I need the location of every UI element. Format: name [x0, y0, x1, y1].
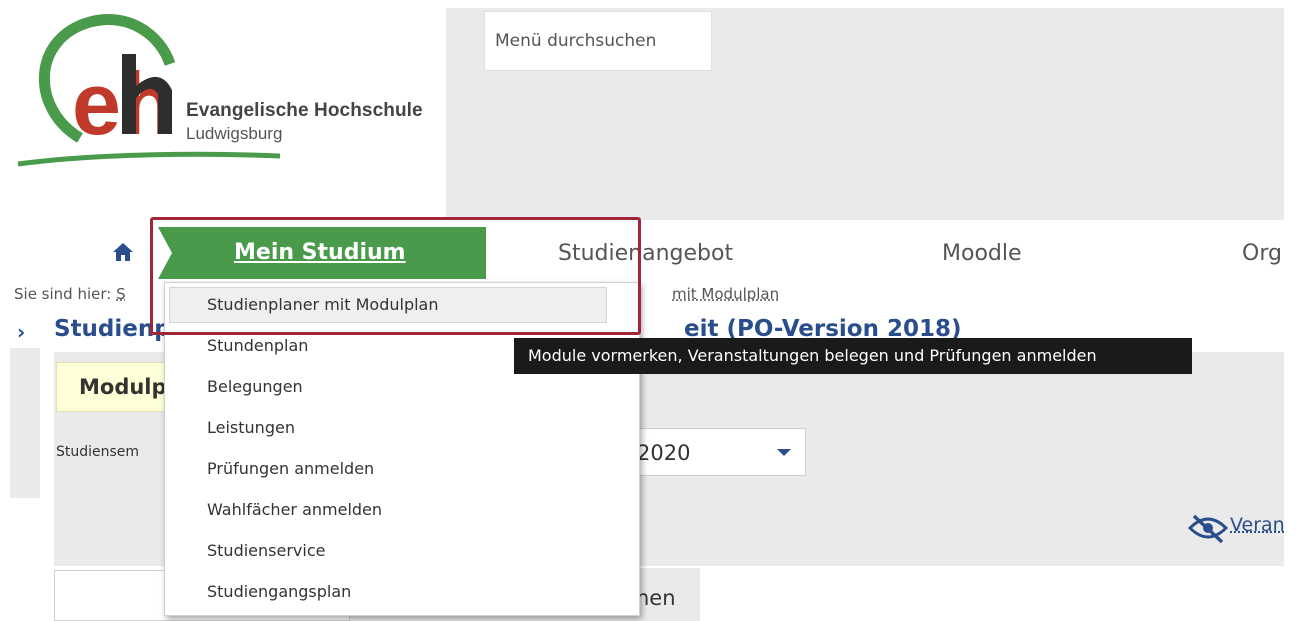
- semester-value: 2020: [637, 441, 691, 465]
- eh-logo-graphic: eh: [17, 14, 281, 167]
- menu-item-belegungen[interactable]: Belegungen: [207, 377, 303, 396]
- chevron-down-icon: [777, 449, 791, 456]
- eye-slash-icon[interactable]: [1188, 512, 1228, 544]
- menu-item-studiengangsplan[interactable]: Studiengangsplan: [207, 582, 351, 601]
- breadcrumb-link-current[interactable]: mit Modulplan: [672, 285, 779, 303]
- menu-search-label: Menü durchsuchen: [495, 31, 657, 51]
- chevron-right-icon[interactable]: ›: [17, 320, 25, 344]
- menu-item-wahlfaecher-anmelden[interactable]: Wahlfächer anmelden: [207, 500, 382, 519]
- home-icon[interactable]: [112, 242, 134, 262]
- breadcrumb-link-start[interactable]: S: [116, 285, 126, 303]
- nav-tab-moodle[interactable]: Moodle: [942, 241, 1022, 266]
- logo-city: Ludwigsburg: [186, 124, 283, 143]
- side-panel: [10, 348, 40, 498]
- menu-item-studienservice[interactable]: Studienservice: [207, 541, 325, 560]
- semester-select[interactable]: 2020: [620, 428, 806, 476]
- tooltip: Module vormerken, Veranstaltungen belege…: [514, 338, 1192, 374]
- nav-tab-org[interactable]: Org: [1242, 241, 1282, 266]
- breadcrumb-prefix: Sie sind hier:: [14, 285, 112, 303]
- semester-label: Studiensem: [56, 444, 140, 460]
- highlight-box: [150, 217, 641, 335]
- logo-name: Evangelische Hochschule: [186, 100, 423, 121]
- bottom-tab-label: hen: [636, 586, 676, 610]
- menu-search-input[interactable]: Menü durchsuchen: [484, 11, 712, 71]
- menu-item-stundenplan[interactable]: Stundenplan: [207, 336, 308, 355]
- tab-modulplan-label: Modulp: [79, 375, 167, 399]
- toggle-veranstaltungen-link[interactable]: Veran: [1230, 514, 1285, 536]
- breadcrumb: Sie sind hier: S: [14, 285, 126, 303]
- menu-item-leistungen[interactable]: Leistungen: [207, 418, 295, 437]
- menu-item-pruefungen-anmelden[interactable]: Prüfungen anmelden: [207, 459, 374, 478]
- logo[interactable]: eh Evangelische Hochschule Ludwigsburg: [10, 8, 446, 178]
- tooltip-text: Module vormerken, Veranstaltungen belege…: [528, 346, 1097, 365]
